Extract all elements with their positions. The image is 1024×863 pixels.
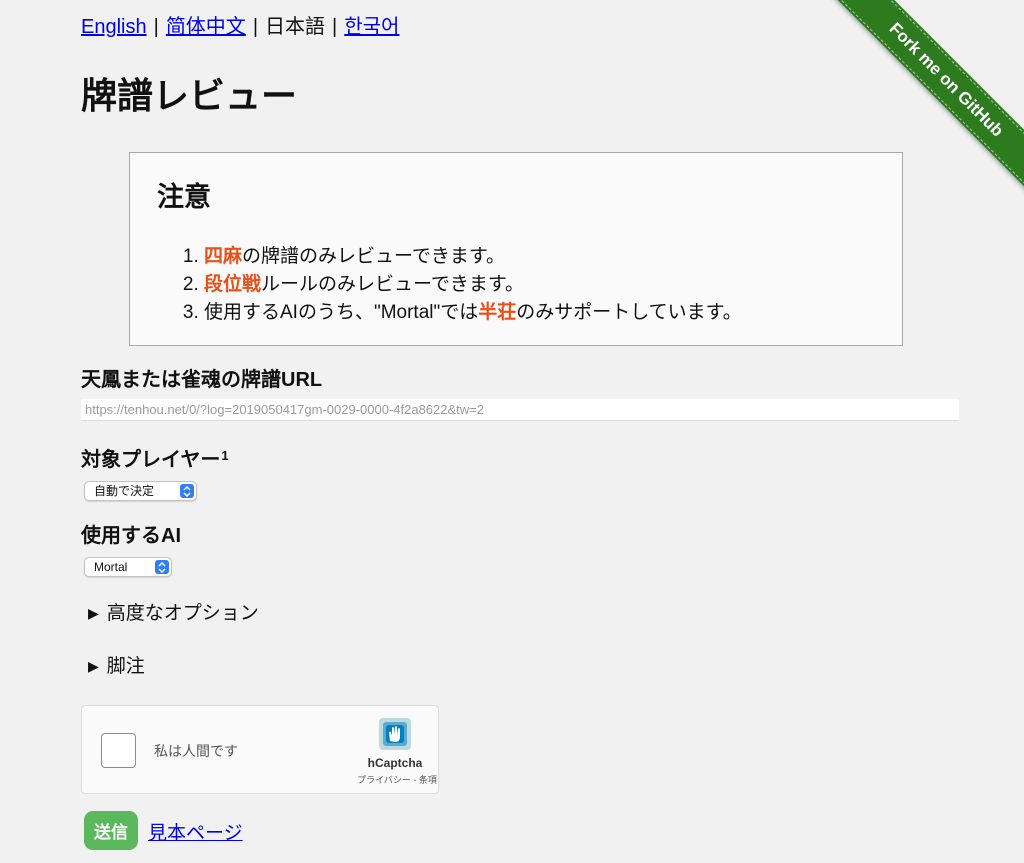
advanced-options-label: 高度なオプション xyxy=(106,603,259,624)
notice-text: のみサポートしています。 xyxy=(516,302,742,323)
ai-label: 使用するAI xyxy=(81,525,181,547)
ai-selected: Mortal xyxy=(94,560,128,574)
target-player-label: 対象プレイヤー1 xyxy=(81,447,229,473)
notice-text: の牌譜のみレビューできます。 xyxy=(242,246,505,267)
captcha-terms-link[interactable]: 条項 xyxy=(419,775,437,785)
language-bar: English | 简体中文 | 日本語 | 한국어 xyxy=(81,14,399,40)
submit-button[interactable]: 送信 xyxy=(84,811,138,850)
notice-item: 使用するAIのうち、"Mortal"では半荘のみサポートしています。 xyxy=(204,299,742,327)
captcha-checkbox[interactable] xyxy=(101,733,136,768)
log-url-input[interactable] xyxy=(81,399,959,421)
captcha-widget: 私は人間です hCaptcha プライバシー - 条項 xyxy=(81,705,439,794)
page-title: 牌譜レビュー xyxy=(81,75,298,117)
lang-separator: | xyxy=(252,16,259,38)
captcha-text: 私は人間です xyxy=(154,743,238,759)
hcaptcha-logo-icon xyxy=(375,714,415,754)
notice-text: 使用するAIのうち、"Mortal"では xyxy=(204,302,479,323)
notice-highlight: 段位戦 xyxy=(204,274,262,295)
footnotes-label: 脚注 xyxy=(106,656,145,677)
notice-text: ルールのみレビューできます。 xyxy=(261,274,524,295)
notice-heading: 注意 xyxy=(157,182,211,213)
advanced-options-toggle[interactable]: ▶ 高度なオプション xyxy=(88,601,259,627)
captcha-privacy-link[interactable]: プライバシー xyxy=(357,775,411,785)
target-player-label-text: 対象プレイヤー xyxy=(81,449,221,471)
lang-separator: | xyxy=(332,16,338,38)
notice-item: 段位戦ルールのみレビューできます。 xyxy=(204,271,742,299)
ai-select[interactable]: Mortal xyxy=(84,557,172,577)
target-player-selected: 自動で決定 xyxy=(94,484,155,498)
notice-item: 四麻の牌譜のみレビューできます。 xyxy=(204,243,742,271)
lang-link-english[interactable]: English xyxy=(81,16,147,38)
footnotes-toggle[interactable]: ▶ 脚注 xyxy=(88,654,145,680)
captcha-terms-row: プライバシー - 条項 xyxy=(342,773,452,786)
select-chevron-icon xyxy=(180,484,194,498)
footnote-mark: 1 xyxy=(221,448,229,463)
target-player-select[interactable]: 自動で決定 xyxy=(84,481,197,501)
select-chevron-icon xyxy=(155,560,169,574)
lang-separator: | xyxy=(153,16,159,38)
lang-current-japanese: 日本語 xyxy=(265,16,326,38)
url-label: 天鳳または雀魂の牌譜URL xyxy=(81,369,323,391)
sample-page-link[interactable]: 見本ページ xyxy=(148,818,243,845)
captcha-separator: - xyxy=(413,775,417,785)
notice-box: 注意 四麻の牌譜のみレビューできます。 段位戦ルールのみレビューできます。 使用… xyxy=(129,152,903,346)
captcha-brand: hCaptcha xyxy=(367,756,423,770)
notice-highlight: 四麻 xyxy=(204,246,243,267)
lang-link-chinese[interactable]: 简体中文 xyxy=(166,16,246,38)
notice-highlight: 半荘 xyxy=(478,302,517,323)
lang-link-korean[interactable]: 한국어 xyxy=(344,16,399,38)
disclosure-triangle-icon: ▶ xyxy=(88,605,99,621)
notice-list: 四麻の牌譜のみレビューできます。 段位戦ルールのみレビューできます。 使用するA… xyxy=(176,243,742,327)
disclosure-triangle-icon: ▶ xyxy=(88,658,99,674)
